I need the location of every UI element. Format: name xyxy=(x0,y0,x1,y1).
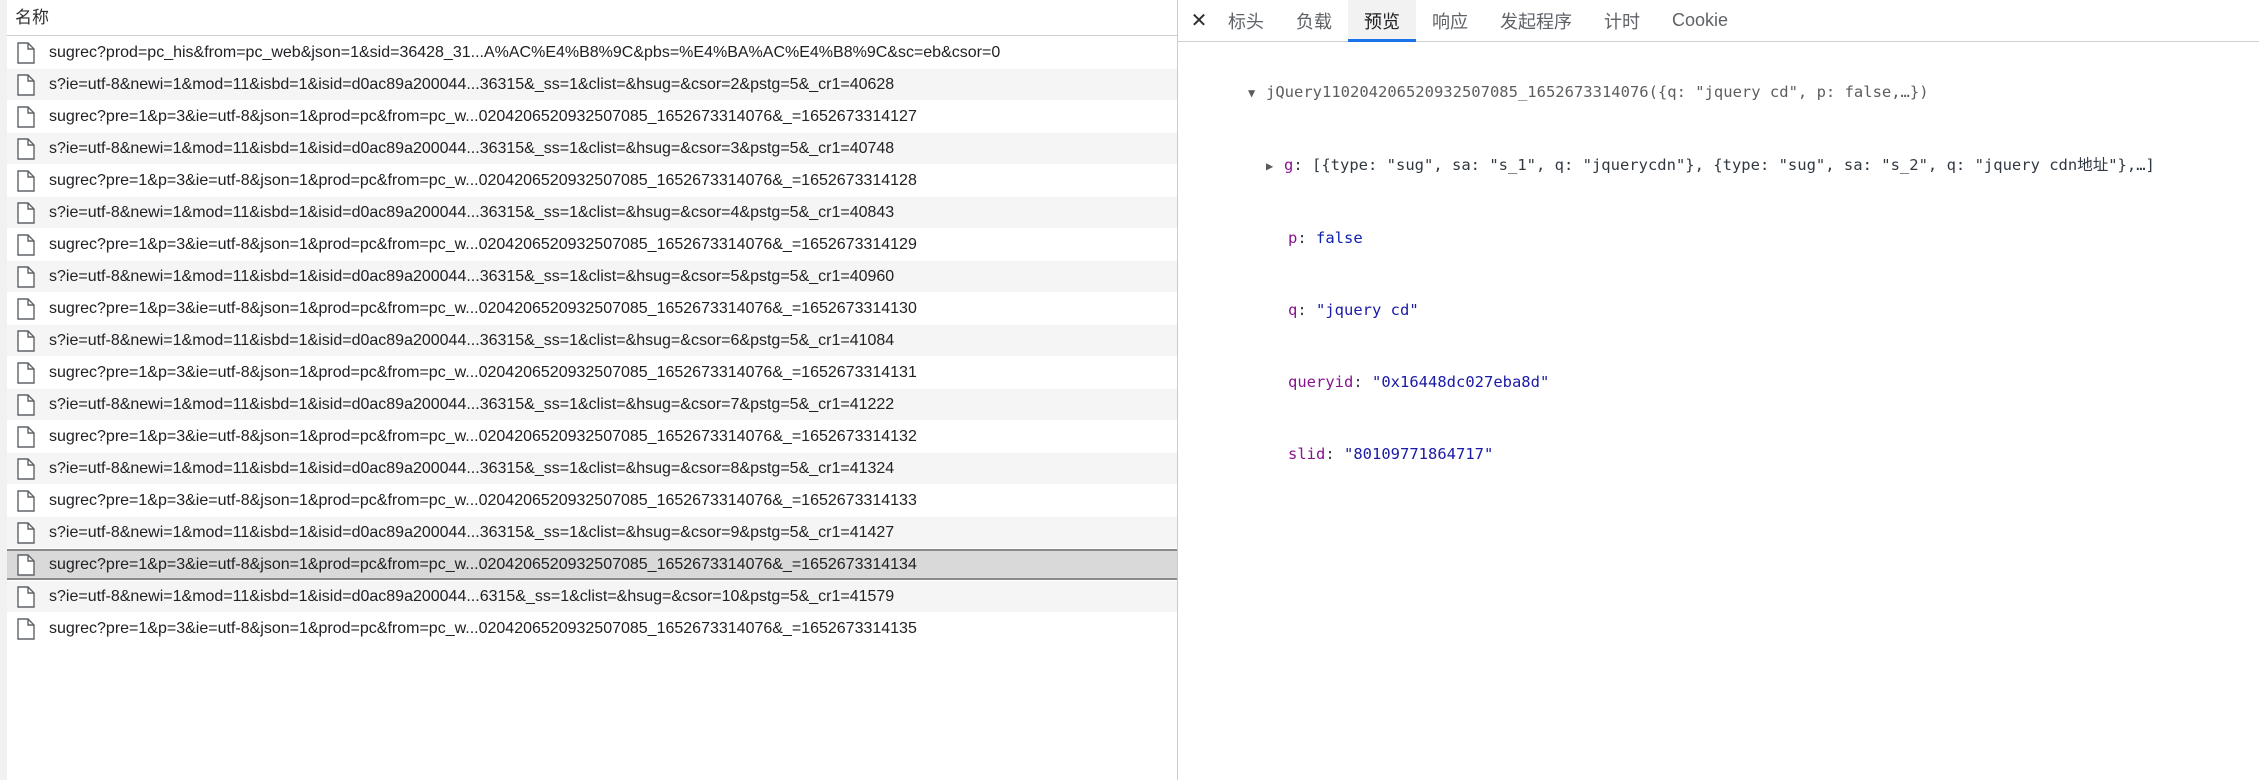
request-row[interactable]: sugrec?pre=1&p=3&ie=utf-8&json=1&prod=pc… xyxy=(7,421,1177,452)
request-row[interactable]: s?ie=utf-8&newi=1&mod=11&isbd=1&isid=d0a… xyxy=(7,581,1177,612)
tab-initiator[interactable]: 发起程序 xyxy=(1484,0,1588,41)
property-key: q xyxy=(1288,301,1298,319)
document-icon xyxy=(17,617,35,640)
request-name: s?ie=utf-8&newi=1&mod=11&isbd=1&isid=d0a… xyxy=(49,460,895,477)
tab-response[interactable]: 响应 xyxy=(1416,0,1484,41)
request-row[interactable]: sugrec?prod=pc_his&from=pc_web&json=1&si… xyxy=(7,37,1177,68)
document-icon xyxy=(17,393,35,416)
request-row[interactable]: s?ie=utf-8&newi=1&mod=11&isbd=1&isid=d0a… xyxy=(7,133,1177,164)
request-name: s?ie=utf-8&newi=1&mod=11&isbd=1&isid=d0a… xyxy=(49,524,895,541)
document-icon xyxy=(17,361,35,384)
document-icon xyxy=(17,169,35,192)
property-value: "0x16448dc027eba8d" xyxy=(1372,373,1550,391)
tree-node-queryid: queryid: "0x16448dc027eba8d" xyxy=(1288,373,1550,391)
request-row[interactable]: sugrec?pre=1&p=3&ie=utf-8&json=1&prod=pc… xyxy=(7,485,1177,516)
request-name: sugrec?pre=1&p=3&ie=utf-8&json=1&prod=pc… xyxy=(49,556,917,573)
property-key: p xyxy=(1288,229,1298,247)
request-name: sugrec?pre=1&p=3&ie=utf-8&json=1&prod=pc… xyxy=(49,492,917,509)
request-name: sugrec?prod=pc_his&from=pc_web&json=1&si… xyxy=(49,44,1001,61)
request-row[interactable]: s?ie=utf-8&newi=1&mod=11&isbd=1&isid=d0a… xyxy=(7,389,1177,420)
tab-headers[interactable]: 标头 xyxy=(1212,0,1280,41)
request-name: sugrec?pre=1&p=3&ie=utf-8&json=1&prod=pc… xyxy=(49,108,917,125)
property-value: [{type: "sug", sa: "s_1", q: "jquerycdn"… xyxy=(1312,156,2155,174)
document-icon xyxy=(17,297,35,320)
tree-node-p: p: false xyxy=(1288,229,1363,247)
request-row[interactable]: sugrec?pre=1&p=3&ie=utf-8&json=1&prod=pc… xyxy=(7,229,1177,260)
tab-payload[interactable]: 负载 xyxy=(1280,0,1348,41)
tree-root-node[interactable]: ▼ jQuery110204206520932507085_16526733140… xyxy=(1178,56,2259,129)
document-icon xyxy=(17,425,35,448)
request-name: s?ie=utf-8&newi=1&mod=11&isbd=1&isid=d0a… xyxy=(49,332,895,349)
request-row[interactable]: s?ie=utf-8&newi=1&mod=11&isbd=1&isid=d0a… xyxy=(7,325,1177,356)
request-name: sugrec?pre=1&p=3&ie=utf-8&json=1&prod=pc… xyxy=(49,364,917,381)
request-name: s?ie=utf-8&newi=1&mod=11&isbd=1&isid=d0a… xyxy=(49,76,895,93)
request-row[interactable]: s?ie=utf-8&newi=1&mod=11&isbd=1&isid=d0a… xyxy=(7,453,1177,484)
request-name: s?ie=utf-8&newi=1&mod=11&isbd=1&isid=d0a… xyxy=(49,588,895,605)
tab-preview[interactable]: 预览 xyxy=(1348,0,1416,42)
property-key: g xyxy=(1284,156,1294,174)
expanded-triangle-icon[interactable]: ▼ xyxy=(1248,81,1266,105)
request-name: sugrec?pre=1&p=3&ie=utf-8&json=1&prod=pc… xyxy=(49,620,917,637)
document-icon xyxy=(17,41,35,64)
tree-node-slid: slid: "80109771864717" xyxy=(1288,445,1494,463)
document-icon xyxy=(17,265,35,288)
network-request-list: 名称 sugrec?prod=pc_his&from=pc_web&json=1… xyxy=(0,0,1177,780)
tab-timing[interactable]: 计时 xyxy=(1588,0,1656,41)
property-value: false xyxy=(1316,229,1363,247)
property-key: queryid xyxy=(1288,373,1354,391)
json-preview-tree: ▼ jQuery110204206520932507085_16526733140… xyxy=(1178,42,2259,490)
request-name: s?ie=utf-8&newi=1&mod=11&isbd=1&isid=d0a… xyxy=(49,204,895,221)
document-icon xyxy=(17,329,35,352)
request-row[interactable]: s?ie=utf-8&newi=1&mod=11&isbd=1&isid=d0a… xyxy=(7,69,1177,100)
document-icon xyxy=(17,73,35,96)
request-row[interactable]: s?ie=utf-8&newi=1&mod=11&isbd=1&isid=d0a… xyxy=(7,197,1177,228)
request-row[interactable]: sugrec?pre=1&p=3&ie=utf-8&json=1&prod=pc… xyxy=(7,549,1177,580)
request-name: s?ie=utf-8&newi=1&mod=11&isbd=1&isid=d0a… xyxy=(49,140,895,157)
request-name: sugrec?pre=1&p=3&ie=utf-8&json=1&prod=pc… xyxy=(49,428,917,445)
tab-cookies[interactable]: Cookie xyxy=(1656,0,1744,41)
request-row[interactable]: sugrec?pre=1&p=3&ie=utf-8&json=1&prod=pc… xyxy=(7,101,1177,132)
document-icon xyxy=(17,233,35,256)
document-icon xyxy=(17,457,35,480)
request-row[interactable]: sugrec?pre=1&p=3&ie=utf-8&json=1&prod=pc… xyxy=(7,357,1177,388)
document-icon xyxy=(17,137,35,160)
property-value: "80109771864717" xyxy=(1344,445,1494,463)
document-icon xyxy=(17,585,35,608)
document-icon xyxy=(17,521,35,544)
request-rows: sugrec?prod=pc_his&from=pc_web&json=1&si… xyxy=(7,37,1177,644)
details-tabbar: ✕ 标头 负载 预览 响应 发起程序 计时 Cookie xyxy=(1178,0,2259,42)
request-name: sugrec?pre=1&p=3&ie=utf-8&json=1&prod=pc… xyxy=(49,300,917,317)
request-row[interactable]: sugrec?pre=1&p=3&ie=utf-8&json=1&prod=pc… xyxy=(7,613,1177,644)
request-row[interactable]: sugrec?pre=1&p=3&ie=utf-8&json=1&prod=pc… xyxy=(7,293,1177,324)
document-icon xyxy=(17,553,35,576)
request-name: sugrec?pre=1&p=3&ie=utf-8&json=1&prod=pc… xyxy=(49,172,917,189)
root-summary: jQuery110204206520932507085_165267331407… xyxy=(1266,83,1929,101)
tree-node-g[interactable]: ▶ g: [{type: "sug", sa: "s_1", q: "jquery… xyxy=(1178,129,2259,202)
collapsed-triangle-icon[interactable]: ▶ xyxy=(1266,154,1284,178)
request-name: s?ie=utf-8&newi=1&mod=11&isbd=1&isid=d0a… xyxy=(49,268,895,285)
document-icon xyxy=(17,105,35,128)
document-icon xyxy=(17,489,35,512)
name-column-header[interactable]: 名称 xyxy=(7,0,1177,36)
request-name: s?ie=utf-8&newi=1&mod=11&isbd=1&isid=d0a… xyxy=(49,396,895,413)
close-icon[interactable]: ✕ xyxy=(1186,0,1212,41)
property-key: slid xyxy=(1288,445,1326,463)
request-row[interactable]: s?ie=utf-8&newi=1&mod=11&isbd=1&isid=d0a… xyxy=(7,517,1177,548)
request-details-panel: ✕ 标头 负载 预览 响应 发起程序 计时 Cookie ▼ jQuery1102… xyxy=(1178,0,2259,780)
document-icon xyxy=(17,201,35,224)
request-row[interactable]: sugrec?pre=1&p=3&ie=utf-8&json=1&prod=pc… xyxy=(7,165,1177,196)
request-name: sugrec?pre=1&p=3&ie=utf-8&json=1&prod=pc… xyxy=(49,236,917,253)
tree-node-q: q: "jquery cd" xyxy=(1288,301,1419,319)
property-value: "jquery cd" xyxy=(1316,301,1419,319)
request-row[interactable]: s?ie=utf-8&newi=1&mod=11&isbd=1&isid=d0a… xyxy=(7,261,1177,292)
